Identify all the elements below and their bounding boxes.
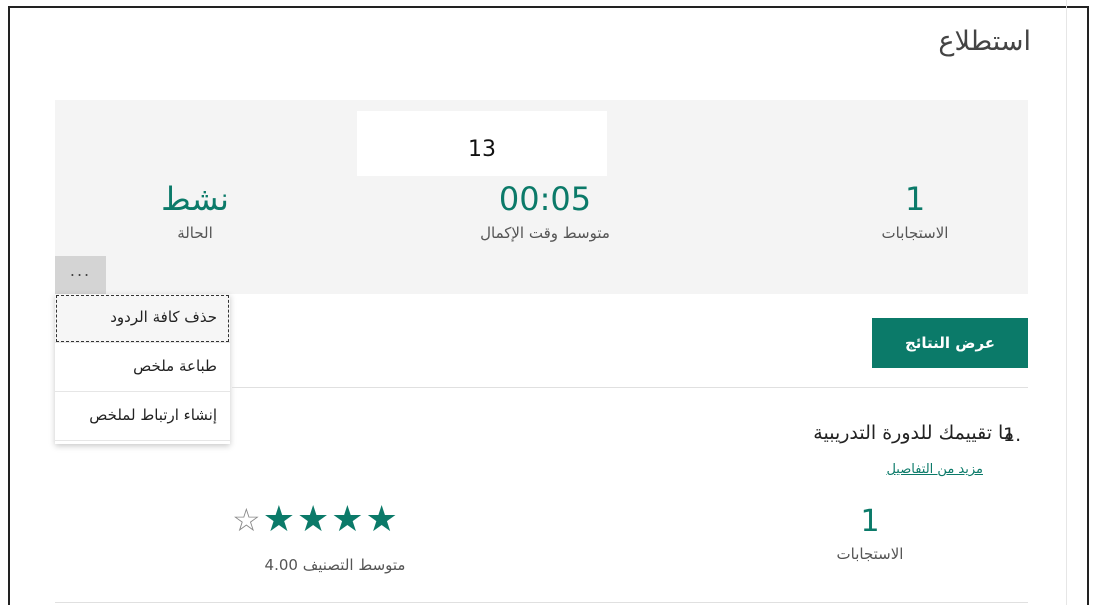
- responses-stat: 1 الاستجابات: [815, 180, 1015, 242]
- ellipsis-icon: ...: [69, 261, 92, 280]
- summary-panel: 13 1 الاستجابات 00:05 متوسط وقت الإكمال …: [55, 100, 1028, 294]
- avg-time-value: 00:05: [498, 180, 592, 218]
- rating-stars: ☆★★★★: [232, 498, 400, 542]
- more-options-button[interactable]: ...: [55, 256, 106, 294]
- star-empty-icon: ☆: [232, 501, 263, 539]
- view-results-button[interactable]: عرض النتائج: [872, 318, 1028, 368]
- responses-label: الاستجابات: [881, 224, 949, 242]
- status-stat: نشط الحالة: [95, 180, 295, 242]
- count-popup: 13: [357, 111, 607, 176]
- right-scroll-edge: [1066, 0, 1077, 605]
- avg-time-label: متوسط وقت الإكمال: [480, 224, 610, 242]
- bottom-divider: [55, 602, 1028, 603]
- star-filled-icon: ★: [365, 499, 400, 540]
- status-label: الحالة: [177, 224, 213, 242]
- avg-time-stat: 00:05 متوسط وقت الإكمال: [445, 180, 645, 242]
- question-responses-count: 1: [860, 504, 880, 539]
- more-options-menu: حذف كافة الردود طباعة ملخص إنشاء ارتباط …: [55, 294, 230, 444]
- menu-item-delete-all-responses[interactable]: حذف كافة الردود: [55, 294, 230, 343]
- more-details-link[interactable]: مزيد من التفاصيل: [886, 462, 983, 477]
- menu-item-create-summary-link[interactable]: إنشاء ارتباط لملخص: [55, 392, 230, 441]
- section-divider: [232, 387, 1028, 388]
- star-filled-icon: ★: [331, 499, 366, 540]
- question-title: ما تقييمك للدورة التدريبية: [813, 422, 1014, 444]
- count-popup-value: 13: [468, 137, 496, 162]
- average-rating-label: متوسط التصنيف 4.00: [264, 556, 406, 574]
- responses-count: 1: [904, 180, 926, 218]
- status-value: نشط: [161, 180, 229, 218]
- star-filled-icon: ★: [262, 499, 297, 540]
- question-responses-stat: 1 الاستجابات: [770, 504, 970, 564]
- star-filled-icon: ★: [296, 499, 332, 540]
- menu-item-print-summary[interactable]: طباعة ملخص: [55, 343, 230, 392]
- page-title: استطلاع: [938, 26, 1031, 57]
- question-responses-label: الاستجابات: [836, 545, 904, 563]
